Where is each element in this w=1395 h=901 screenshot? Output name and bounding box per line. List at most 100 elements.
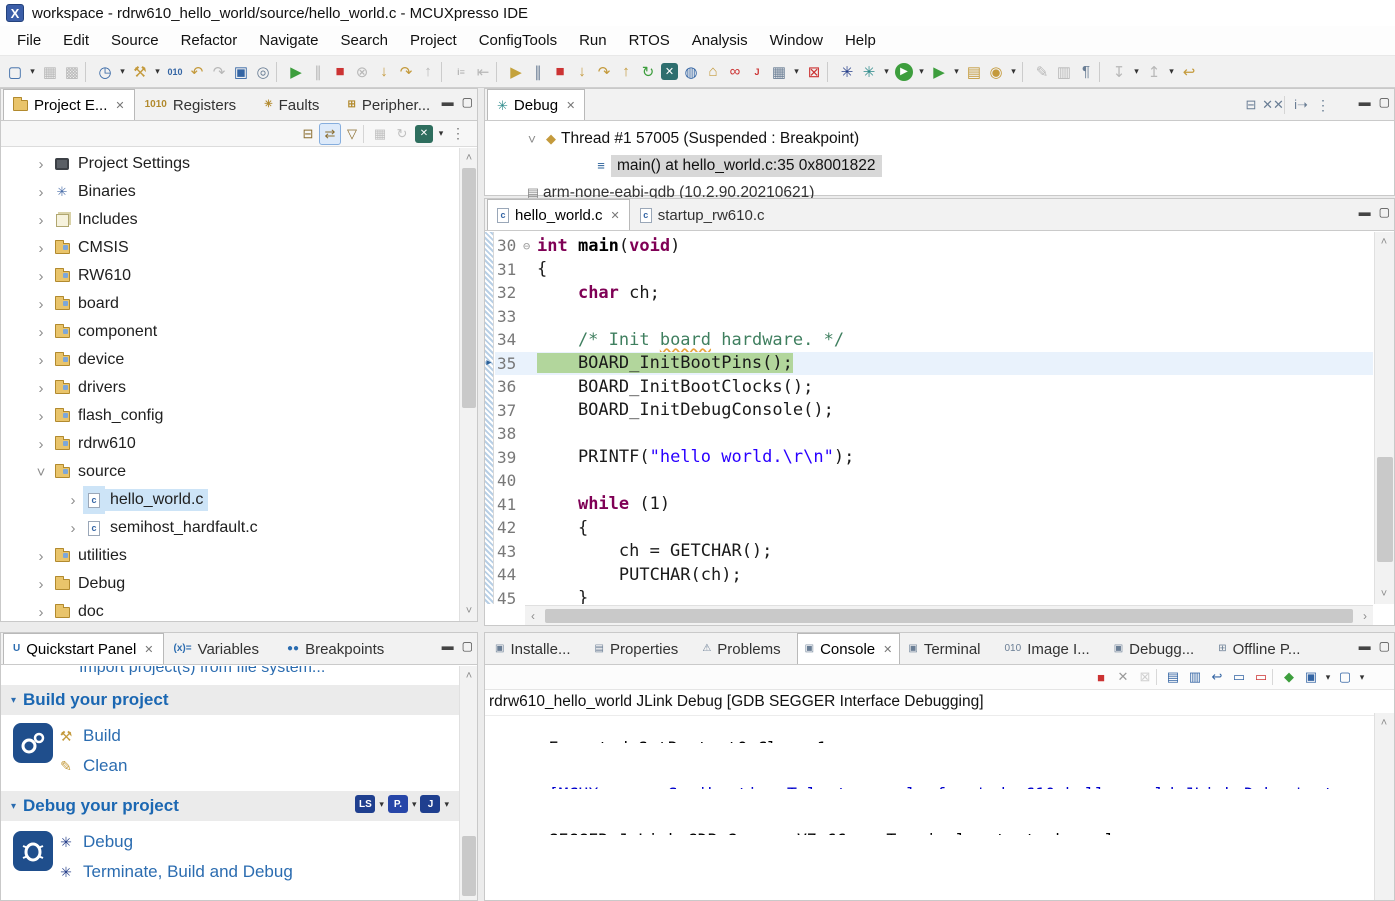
code-line[interactable]: 33 (495, 305, 1373, 329)
line-number[interactable]: 32 (495, 283, 529, 302)
filter-badge-dropdown[interactable]: ▾ (435, 123, 447, 145)
next-annotation-dropdown[interactable]: ▾ (1130, 60, 1143, 84)
terminate-all-button[interactable]: ■ (549, 60, 571, 84)
minimize-icon[interactable]: ▬ (442, 639, 454, 653)
minimize-icon[interactable]: ▬ (1359, 639, 1371, 653)
menu-source[interactable]: Source (100, 28, 170, 53)
code-line[interactable]: 41 while (1) (495, 493, 1373, 517)
expander-icon[interactable]: › (31, 380, 51, 397)
profile-dropdown[interactable]: ▾ (950, 60, 963, 84)
global-variables-button[interactable]: ◍ (680, 60, 702, 84)
maximize-icon[interactable]: ▢ (1379, 95, 1390, 109)
launch-history-button[interactable]: ◷ (94, 60, 116, 84)
debug-stack-frame-row[interactable]: ≡ main() at hello_world.c:35 0x8001822 (485, 152, 1394, 179)
pemicro-badge[interactable]: P. (388, 795, 408, 813)
expander-icon[interactable]: › (31, 436, 51, 453)
maximize-icon[interactable]: ▢ (1379, 205, 1390, 219)
filter-button[interactable]: ▽ (341, 123, 363, 145)
code-line[interactable]: 42 { (495, 516, 1373, 540)
scrollbar-thumb[interactable] (1377, 457, 1393, 562)
save-all-button[interactable]: ▩ (61, 60, 83, 84)
tab-quickstart-panel[interactable]: U Quickstart Panel ✕ (3, 633, 164, 664)
tab-editor-hello-world-c[interactable]: c hello_world.c ✕ (487, 199, 630, 230)
menu-window[interactable]: Window (759, 28, 834, 53)
menu-project[interactable]: Project (399, 28, 468, 53)
code-line[interactable]: 35 BOARD_InitBootPins(); (495, 352, 1373, 376)
gui-flash-tool-button[interactable]: J (746, 60, 768, 84)
toolbar-separator[interactable] (496, 62, 503, 82)
tree-item-cmsis[interactable]: › CMSIS (1, 234, 459, 262)
code-line[interactable]: 40 (495, 469, 1373, 493)
tab-offline-peripherals[interactable]: ⊞ Offline P... (1210, 633, 1316, 664)
maximize-icon[interactable]: ▢ (462, 95, 473, 109)
scroll-up-icon[interactable]: ˄ (1375, 234, 1393, 250)
code-line[interactable]: 45 } (495, 587, 1373, 605)
tree-item-drivers[interactable]: › drivers (1, 374, 459, 402)
home-perspective-button[interactable]: ⌂ (702, 60, 724, 84)
line-number[interactable]: 31 (495, 260, 529, 279)
maximize-icon[interactable]: ▢ (462, 639, 473, 653)
jlink-dropdown[interactable]: ▾ (444, 799, 449, 810)
expander-icon[interactable]: › (31, 352, 51, 369)
expander-icon[interactable]: › (31, 576, 51, 593)
tree-item-doc[interactable]: › doc (1, 598, 459, 621)
debug-link[interactable]: Debug (83, 832, 133, 852)
toolbar-separator[interactable] (441, 62, 448, 82)
tab-installed-sdks[interactable]: ▣ Installe... (487, 633, 586, 664)
project-tree-scrollbar[interactable]: ˄ ˅ (459, 148, 477, 621)
view-menu-button[interactable]: ⋮ (1312, 94, 1334, 116)
display-console-dropdown[interactable]: ▾ (1322, 667, 1334, 687)
tab-peripherals[interactable]: ⊞ Peripher... (337, 89, 448, 120)
tab-close-icon[interactable]: ✕ (115, 99, 124, 112)
collapse-all-button[interactable]: ⊟ (297, 123, 319, 145)
redo-button[interactable]: ↷ (208, 60, 230, 84)
open-console-button[interactable]: ▣ (230, 60, 252, 84)
editor-vertical-scrollbar[interactable]: ˄ ˅ (1374, 232, 1394, 604)
clean-link[interactable]: Clean (83, 756, 127, 776)
scroll-down-icon[interactable]: ˅ (1375, 586, 1393, 602)
code-line[interactable]: 31{ (495, 258, 1373, 282)
code-line[interactable]: 36 BOARD_InitBootClocks(); (495, 375, 1373, 399)
terminate-button[interactable]: ■ (329, 60, 351, 84)
instruction-pointer-button[interactable]: i➝ (1290, 94, 1312, 116)
remove-all-terminated-button[interactable]: ⊠ (1134, 667, 1156, 687)
tab-registers[interactable]: 1010 Registers (135, 89, 255, 120)
menu-help[interactable]: Help (834, 28, 887, 53)
collapse-all-button[interactable]: ⊟ (1240, 94, 1262, 116)
scrollbar-thumb[interactable] (462, 168, 476, 408)
tree-item-rdrw610[interactable]: › rdrw610 (1, 430, 459, 458)
line-number[interactable]: 43 (495, 542, 529, 561)
line-number[interactable]: 33 (495, 307, 529, 326)
tree-item-utilities[interactable]: › utilities (1, 542, 459, 570)
minimize-icon[interactable]: ▬ (1359, 95, 1371, 109)
step-into-alt-button[interactable]: ↓ (571, 60, 593, 84)
line-number[interactable]: 45 (495, 589, 529, 604)
step-return-alt-button[interactable]: ↑ (615, 60, 637, 84)
tree-item-binaries[interactable]: › ✳ Binaries (1, 178, 459, 206)
remove-terminated-button[interactable]: ⊠ (803, 60, 825, 84)
disconnect-button[interactable]: ⊗ (351, 60, 373, 84)
scrollbar-thumb[interactable] (545, 609, 1353, 623)
tree-item-device[interactable]: › device (1, 346, 459, 374)
toolbar-separator[interactable] (276, 62, 283, 82)
expander-icon[interactable]: › (31, 548, 51, 565)
clear-console-button[interactable]: ▤ (1162, 667, 1184, 687)
expander-icon[interactable]: › (31, 296, 51, 313)
build-button[interactable]: ⚒ (129, 60, 151, 84)
tab-close-icon[interactable]: ✕ (611, 209, 620, 222)
show-whitespace-button[interactable]: ¶ (1075, 60, 1097, 84)
display-selected-console-button[interactable]: ▣ (1300, 667, 1322, 687)
maximize-icon[interactable]: ▢ (1379, 639, 1390, 653)
tree-item-source[interactable]: ˅ source (1, 458, 459, 486)
word-wrap-button[interactable]: ↩ (1206, 667, 1228, 687)
menu-search[interactable]: Search (329, 28, 399, 53)
tree-item-rw610[interactable]: › RW610 (1, 262, 459, 290)
console-scrollbar[interactable]: ˄ (1374, 713, 1394, 900)
debug-dropdown[interactable]: ▾ (880, 60, 893, 84)
tab-debugger-console[interactable]: ▣ Debugg... (1106, 633, 1211, 664)
binary-utilities-button[interactable]: 010 (164, 60, 186, 84)
external-tools-button[interactable]: ◉ (985, 60, 1007, 84)
tab-close-icon[interactable]: ✕ (144, 643, 153, 656)
tree-item-includes[interactable]: › Includes (1, 206, 459, 234)
code-line[interactable]: 43 ch = GETCHAR(); (495, 540, 1373, 564)
